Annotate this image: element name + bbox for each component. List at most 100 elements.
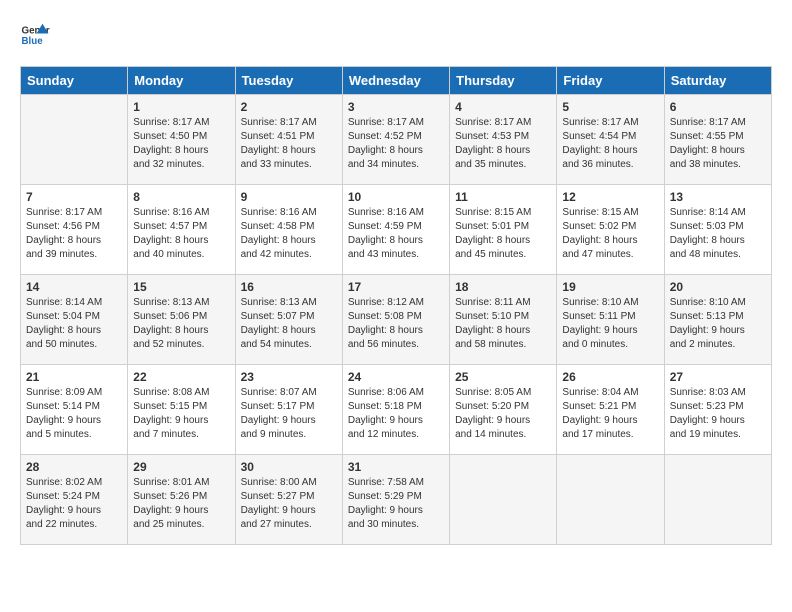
day-number: 30: [241, 460, 337, 474]
calendar-week-row: 14 Sunrise: 8:14 AMSunset: 5:04 PMDayligh…: [21, 275, 772, 365]
calendar-cell: 30 Sunrise: 8:00 AMSunset: 5:27 PMDayligh…: [235, 455, 342, 545]
calendar-cell: 14 Sunrise: 8:14 AMSunset: 5:04 PMDayligh…: [21, 275, 128, 365]
header: General Blue: [20, 20, 772, 50]
day-info: Sunrise: 8:09 AMSunset: 5:14 PMDaylight:…: [26, 386, 122, 442]
day-info: Sunrise: 8:10 AMSunset: 5:11 PMDaylight:…: [562, 296, 658, 352]
weekday-header-cell: Thursday: [450, 67, 557, 95]
day-info: Sunrise: 8:13 AMSunset: 5:06 PMDaylight:…: [133, 296, 229, 352]
day-number: 18: [455, 280, 551, 294]
day-info: Sunrise: 8:11 AMSunset: 5:10 PMDaylight:…: [455, 296, 551, 352]
day-number: 27: [670, 370, 766, 384]
day-info: Sunrise: 8:16 AMSunset: 4:59 PMDaylight:…: [348, 206, 444, 262]
calendar-cell: 4 Sunrise: 8:17 AMSunset: 4:53 PMDaylight…: [450, 95, 557, 185]
logo-icon: General Blue: [20, 20, 50, 50]
calendar-cell: 9Sunrise: 8:16 AMSunset: 4:58 PMDaylight…: [235, 185, 342, 275]
day-number: 12: [562, 190, 658, 204]
day-number: 3: [348, 100, 444, 114]
calendar-cell: 3 Sunrise: 8:17 AMSunset: 4:52 PMDaylight…: [342, 95, 449, 185]
weekday-header-cell: Monday: [128, 67, 235, 95]
weekday-header-cell: Tuesday: [235, 67, 342, 95]
calendar-cell: 11 Sunrise: 8:15 AMSunset: 5:01 PMDayligh…: [450, 185, 557, 275]
day-info: Sunrise: 8:16 AMSunset: 4:58 PMDaylight:…: [241, 206, 337, 262]
day-number: 1: [133, 100, 229, 114]
day-info: Sunrise: 8:12 AMSunset: 5:08 PMDaylight:…: [348, 296, 444, 352]
calendar-cell: 8 Sunrise: 8:16 AMSunset: 4:57 PMDaylight…: [128, 185, 235, 275]
day-info: Sunrise: 8:01 AMSunset: 5:26 PMDaylight:…: [133, 476, 229, 532]
day-number: 24: [348, 370, 444, 384]
day-number: 11: [455, 190, 551, 204]
day-info: Sunrise: 8:15 AMSunset: 5:01 PMDaylight:…: [455, 206, 551, 262]
day-info: Sunrise: 8:17 AMSunset: 4:52 PMDaylight:…: [348, 116, 444, 172]
calendar-cell: 13 Sunrise: 8:14 AMSunset: 5:03 PMDayligh…: [664, 185, 771, 275]
day-number: 2: [241, 100, 337, 114]
calendar-cell: 7 Sunrise: 8:17 AMSunset: 4:56 PMDaylight…: [21, 185, 128, 275]
day-number: 26: [562, 370, 658, 384]
day-number: 29: [133, 460, 229, 474]
day-info: Sunrise: 8:16 AMSunset: 4:57 PMDaylight:…: [133, 206, 229, 262]
calendar-body: 1 Sunrise: 8:17 AMSunset: 4:50 PMDaylight…: [21, 95, 772, 545]
day-info: Sunrise: 8:05 AMSunset: 5:20 PMDaylight:…: [455, 386, 551, 442]
day-info: Sunrise: 8:06 AMSunset: 5:18 PMDaylight:…: [348, 386, 444, 442]
calendar-cell: 25Sunrise: 8:05 AMSunset: 5:20 PMDayligh…: [450, 365, 557, 455]
calendar-cell: 22 Sunrise: 8:08 AMSunset: 5:15 PMDayligh…: [128, 365, 235, 455]
day-info: Sunrise: 8:04 AMSunset: 5:21 PMDaylight:…: [562, 386, 658, 442]
day-number: 5: [562, 100, 658, 114]
calendar-cell: 29 Sunrise: 8:01 AMSunset: 5:26 PMDayligh…: [128, 455, 235, 545]
day-info: Sunrise: 7:58 AMSunset: 5:29 PMDaylight:…: [348, 476, 444, 532]
day-number: 8: [133, 190, 229, 204]
day-info: Sunrise: 8:14 AMSunset: 5:04 PMDaylight:…: [26, 296, 122, 352]
calendar-cell: 15 Sunrise: 8:13 AMSunset: 5:06 PMDayligh…: [128, 275, 235, 365]
weekday-header-cell: Saturday: [664, 67, 771, 95]
calendar-cell: [450, 455, 557, 545]
day-info: Sunrise: 8:17 AMSunset: 4:53 PMDaylight:…: [455, 116, 551, 172]
day-number: 10: [348, 190, 444, 204]
day-number: 14: [26, 280, 122, 294]
calendar-cell: 31 Sunrise: 7:58 AMSunset: 5:29 PMDayligh…: [342, 455, 449, 545]
weekday-header-row: SundayMondayTuesdayWednesdayThursdayFrid…: [21, 67, 772, 95]
calendar-cell: 12Sunrise: 8:15 AMSunset: 5:02 PMDayligh…: [557, 185, 664, 275]
day-info: Sunrise: 8:17 AMSunset: 4:50 PMDaylight:…: [133, 116, 229, 172]
calendar-cell: 6Sunrise: 8:17 AMSunset: 4:55 PMDaylight…: [664, 95, 771, 185]
calendar-week-row: 21 Sunrise: 8:09 AMSunset: 5:14 PMDayligh…: [21, 365, 772, 455]
calendar-cell: [21, 95, 128, 185]
day-info: Sunrise: 8:13 AMSunset: 5:07 PMDaylight:…: [241, 296, 337, 352]
calendar-week-row: 7 Sunrise: 8:17 AMSunset: 4:56 PMDaylight…: [21, 185, 772, 275]
calendar-week-row: 28Sunrise: 8:02 AMSunset: 5:24 PMDayligh…: [21, 455, 772, 545]
calendar-cell: 24 Sunrise: 8:06 AMSunset: 5:18 PMDayligh…: [342, 365, 449, 455]
calendar-cell: 28Sunrise: 8:02 AMSunset: 5:24 PMDayligh…: [21, 455, 128, 545]
day-number: 7: [26, 190, 122, 204]
day-number: 17: [348, 280, 444, 294]
calendar-cell: 27 Sunrise: 8:03 AMSunset: 5:23 PMDayligh…: [664, 365, 771, 455]
calendar-cell: 20Sunrise: 8:10 AMSunset: 5:13 PMDayligh…: [664, 275, 771, 365]
calendar-cell: 23 Sunrise: 8:07 AMSunset: 5:17 PMDayligh…: [235, 365, 342, 455]
calendar-cell: 1 Sunrise: 8:17 AMSunset: 4:50 PMDaylight…: [128, 95, 235, 185]
calendar-cell: 10 Sunrise: 8:16 AMSunset: 4:59 PMDayligh…: [342, 185, 449, 275]
calendar-cell: 21 Sunrise: 8:09 AMSunset: 5:14 PMDayligh…: [21, 365, 128, 455]
day-info: Sunrise: 8:03 AMSunset: 5:23 PMDaylight:…: [670, 386, 766, 442]
day-number: 15: [133, 280, 229, 294]
day-number: 23: [241, 370, 337, 384]
day-info: Sunrise: 8:17 AMSunset: 4:56 PMDaylight:…: [26, 206, 122, 262]
weekday-header-cell: Friday: [557, 67, 664, 95]
day-number: 22: [133, 370, 229, 384]
day-number: 31: [348, 460, 444, 474]
day-info: Sunrise: 8:17 AMSunset: 4:54 PMDaylight:…: [562, 116, 658, 172]
calendar-cell: 19 Sunrise: 8:10 AMSunset: 5:11 PMDayligh…: [557, 275, 664, 365]
day-number: 16: [241, 280, 337, 294]
calendar-cell: 2 Sunrise: 8:17 AMSunset: 4:51 PMDaylight…: [235, 95, 342, 185]
svg-text:Blue: Blue: [22, 36, 44, 47]
day-info: Sunrise: 8:14 AMSunset: 5:03 PMDaylight:…: [670, 206, 766, 262]
day-number: 21: [26, 370, 122, 384]
day-info: Sunrise: 8:17 AMSunset: 4:51 PMDaylight:…: [241, 116, 337, 172]
day-info: Sunrise: 8:00 AMSunset: 5:27 PMDaylight:…: [241, 476, 337, 532]
day-info: Sunrise: 8:07 AMSunset: 5:17 PMDaylight:…: [241, 386, 337, 442]
day-number: 19: [562, 280, 658, 294]
day-info: Sunrise: 8:08 AMSunset: 5:15 PMDaylight:…: [133, 386, 229, 442]
day-info: Sunrise: 8:10 AMSunset: 5:13 PMDaylight:…: [670, 296, 766, 352]
day-number: 13: [670, 190, 766, 204]
day-number: 6: [670, 100, 766, 114]
calendar-cell: 18 Sunrise: 8:11 AMSunset: 5:10 PMDayligh…: [450, 275, 557, 365]
calendar-cell: 17 Sunrise: 8:12 AMSunset: 5:08 PMDayligh…: [342, 275, 449, 365]
day-number: 4: [455, 100, 551, 114]
calendar-week-row: 1 Sunrise: 8:17 AMSunset: 4:50 PMDaylight…: [21, 95, 772, 185]
